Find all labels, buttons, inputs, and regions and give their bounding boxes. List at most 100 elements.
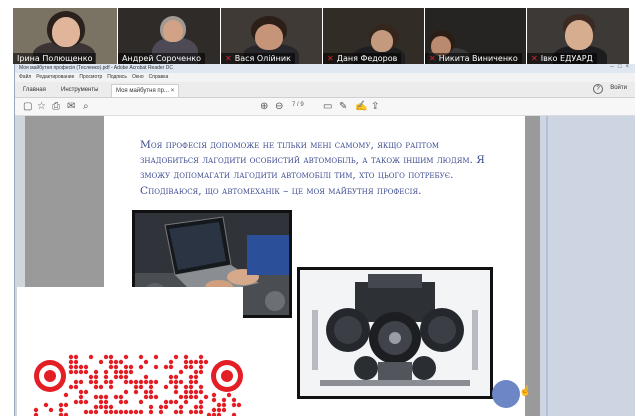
qr-module <box>183 354 189 360</box>
sign-in-button[interactable]: Войти <box>610 85 627 91</box>
person-face <box>371 30 393 52</box>
qr-module <box>183 359 189 365</box>
participant-tile[interactable]: ✕ Даня Федоров <box>323 8 424 64</box>
qr-module <box>43 402 49 408</box>
qr-module <box>123 369 129 375</box>
menu-item-sign[interactable]: Подпись <box>107 74 127 81</box>
qr-module <box>198 364 204 370</box>
qr-module <box>168 399 174 405</box>
qr-module <box>148 379 154 385</box>
qr-module <box>88 354 94 360</box>
qr-module <box>128 364 134 370</box>
tab-tools[interactable]: Инструменты <box>57 84 102 97</box>
qr-module <box>148 389 154 395</box>
qr-module <box>193 369 199 375</box>
sign-icon[interactable]: ✍ <box>355 101 367 113</box>
menu-item-help[interactable]: Справка <box>149 74 169 81</box>
qr-module <box>73 384 79 390</box>
page-current-field[interactable]: 7 <box>292 102 295 108</box>
qr-module <box>128 409 134 415</box>
arrow-up-icon[interactable]: ⊕ <box>260 101 268 113</box>
qr-module <box>73 399 79 405</box>
participant-name: ✕ Вася Олійник <box>221 53 295 64</box>
qr-module <box>128 369 134 375</box>
qr-module <box>123 399 129 405</box>
qr-module <box>33 407 39 413</box>
mail-icon[interactable]: ✉ <box>67 101 75 113</box>
qr-module <box>193 404 199 410</box>
qr-module <box>226 392 232 398</box>
qr-module <box>68 384 74 390</box>
qr-finder-right <box>211 360 243 392</box>
qr-module <box>143 359 149 365</box>
qr-module <box>138 364 144 370</box>
qr-module <box>138 354 144 360</box>
qr-module <box>188 364 194 370</box>
qr-module <box>108 354 114 360</box>
qr-module <box>103 354 109 360</box>
participant-tile[interactable]: ✕ Никита Виниченко <box>425 8 526 64</box>
qr-module <box>168 374 174 380</box>
qr-module <box>143 389 149 395</box>
screen-left-margin <box>0 64 14 416</box>
participant-tile[interactable]: ✕ Івко ЕДУАРД <box>527 8 629 64</box>
qr-module <box>93 409 99 415</box>
qr-module <box>58 402 64 408</box>
window-controls[interactable]: –□× <box>611 64 633 70</box>
comment-icon[interactable]: ▭ <box>323 101 332 113</box>
qr-module <box>83 409 89 415</box>
page-indicator[interactable]: 7 / 9 <box>292 102 304 108</box>
qr-module <box>108 404 114 410</box>
qr-module <box>178 369 184 375</box>
star-icon[interactable]: ☆ <box>37 101 46 113</box>
pen-icon[interactable]: ✎ <box>339 101 347 113</box>
qr-module <box>188 384 194 390</box>
microphone-muted-icon: ✕ <box>327 54 334 63</box>
participant-name: Ірина Полющенко <box>13 53 97 64</box>
qr-module <box>168 359 174 365</box>
qr-module <box>153 364 159 370</box>
arrow-down-icon[interactable]: ⊖ <box>275 101 283 113</box>
qr-module <box>103 409 109 415</box>
zoom-icon[interactable]: ⌕ <box>83 101 89 113</box>
qr-module <box>103 404 109 410</box>
qr-module <box>148 409 154 415</box>
qr-module <box>78 389 84 395</box>
qr-module <box>143 379 149 385</box>
tab-document[interactable]: Моя майбутня пр... × <box>111 84 180 97</box>
share-icon[interactable]: ⇪ <box>371 101 379 113</box>
page-icon[interactable]: ▢ <box>23 101 32 113</box>
qr-module <box>98 394 104 400</box>
participant-tile[interactable]: Ірина Полющенко <box>13 8 117 64</box>
menu-item-view[interactable]: Просмотр <box>79 74 102 81</box>
qr-module <box>198 354 204 360</box>
qr-module <box>113 359 119 365</box>
qr-module <box>193 374 199 380</box>
qr-module <box>93 374 99 380</box>
qr-module <box>108 384 114 390</box>
qr-module <box>198 404 204 410</box>
qr-module <box>73 359 79 365</box>
menu-item-edit[interactable]: Редактирование <box>36 74 74 81</box>
qr-module <box>148 394 154 400</box>
qr-module <box>48 407 54 413</box>
participant-tile[interactable]: ✕ Вася Олійник <box>221 8 322 64</box>
qr-module <box>193 379 199 385</box>
qr-module <box>73 364 79 370</box>
tab-home[interactable]: Главная <box>19 84 50 97</box>
close-icon[interactable]: × <box>171 88 175 94</box>
qr-module <box>78 369 84 375</box>
qr-module <box>188 359 194 365</box>
qr-module <box>163 364 169 370</box>
menu-item-file[interactable]: Файл <box>19 74 31 81</box>
qr-module <box>83 369 89 375</box>
qr-module <box>153 354 159 360</box>
qr-module <box>93 379 99 385</box>
participant-tile[interactable]: Андрей Сорoченко <box>118 8 220 64</box>
qr-module <box>173 409 179 415</box>
print-icon[interactable]: ⎙ <box>52 101 60 113</box>
qr-module <box>211 407 217 413</box>
help-icon[interactable]: ? <box>593 84 603 94</box>
qr-module <box>118 374 124 380</box>
menu-item-window[interactable]: Окно <box>132 74 144 81</box>
